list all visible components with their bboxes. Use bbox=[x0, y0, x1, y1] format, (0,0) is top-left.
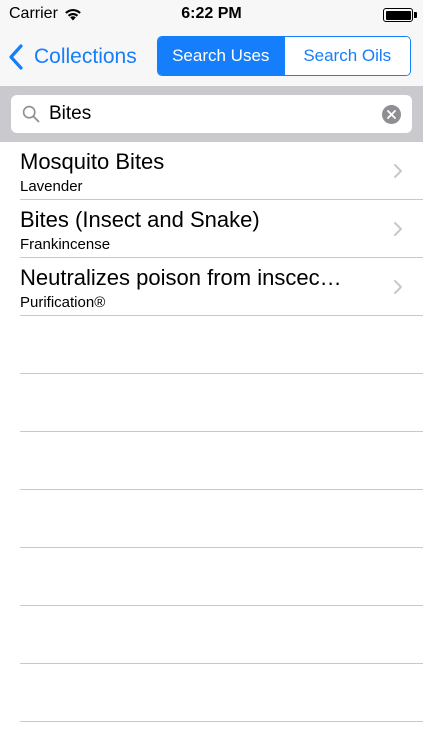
empty-row bbox=[0, 490, 423, 548]
clear-icon[interactable] bbox=[382, 104, 401, 124]
empty-row bbox=[0, 374, 423, 432]
search-icon bbox=[22, 105, 40, 123]
battery-tip bbox=[414, 12, 417, 18]
chevron-right-icon bbox=[394, 280, 402, 294]
status-time: 6:22 PM bbox=[181, 5, 242, 22]
list-item[interactable]: Neutralizes poison from inscec… Purifica… bbox=[0, 258, 423, 316]
chevron-left-icon bbox=[9, 44, 23, 70]
chevron-right-icon bbox=[394, 222, 402, 236]
back-button[interactable]: Collections bbox=[8, 40, 137, 74]
list-item-title: Bites (Insect and Snake) bbox=[20, 207, 260, 232]
list-item-title: Mosquito Bites bbox=[20, 149, 165, 174]
search-bar bbox=[0, 86, 423, 142]
search-input[interactable] bbox=[49, 103, 382, 125]
segment-search-uses[interactable]: Search Uses bbox=[158, 37, 284, 75]
empty-row bbox=[0, 664, 423, 722]
battery-icon bbox=[383, 8, 413, 22]
list-item[interactable]: Mosquito Bites Lavender bbox=[0, 142, 423, 200]
list-item[interactable]: Bites (Insect and Snake) Frankincense bbox=[0, 200, 423, 258]
row-separator bbox=[20, 721, 423, 722]
chevron-right-icon bbox=[394, 164, 402, 178]
empty-row bbox=[0, 606, 423, 664]
navigation-bar: Collections Search Uses Search Oils bbox=[0, 30, 423, 86]
empty-row bbox=[0, 432, 423, 490]
results-list: Mosquito Bites Lavender Bites (Insect an… bbox=[0, 142, 423, 722]
empty-row bbox=[0, 548, 423, 606]
list-item-subtitle: Lavender bbox=[20, 178, 83, 195]
search-field bbox=[11, 95, 412, 133]
empty-row bbox=[0, 316, 423, 374]
status-bar: Carrier 6:22 PM bbox=[0, 0, 423, 30]
list-item-subtitle: Purification® bbox=[20, 294, 106, 311]
search-mode-segmented-control: Search Uses Search Oils bbox=[157, 36, 411, 76]
list-item-subtitle: Frankincense bbox=[20, 236, 111, 253]
list-item-title: Neutralizes poison from inscec… bbox=[20, 265, 342, 290]
back-button-label: Collections bbox=[34, 45, 137, 68]
segment-search-oils[interactable]: Search Oils bbox=[283, 37, 410, 75]
